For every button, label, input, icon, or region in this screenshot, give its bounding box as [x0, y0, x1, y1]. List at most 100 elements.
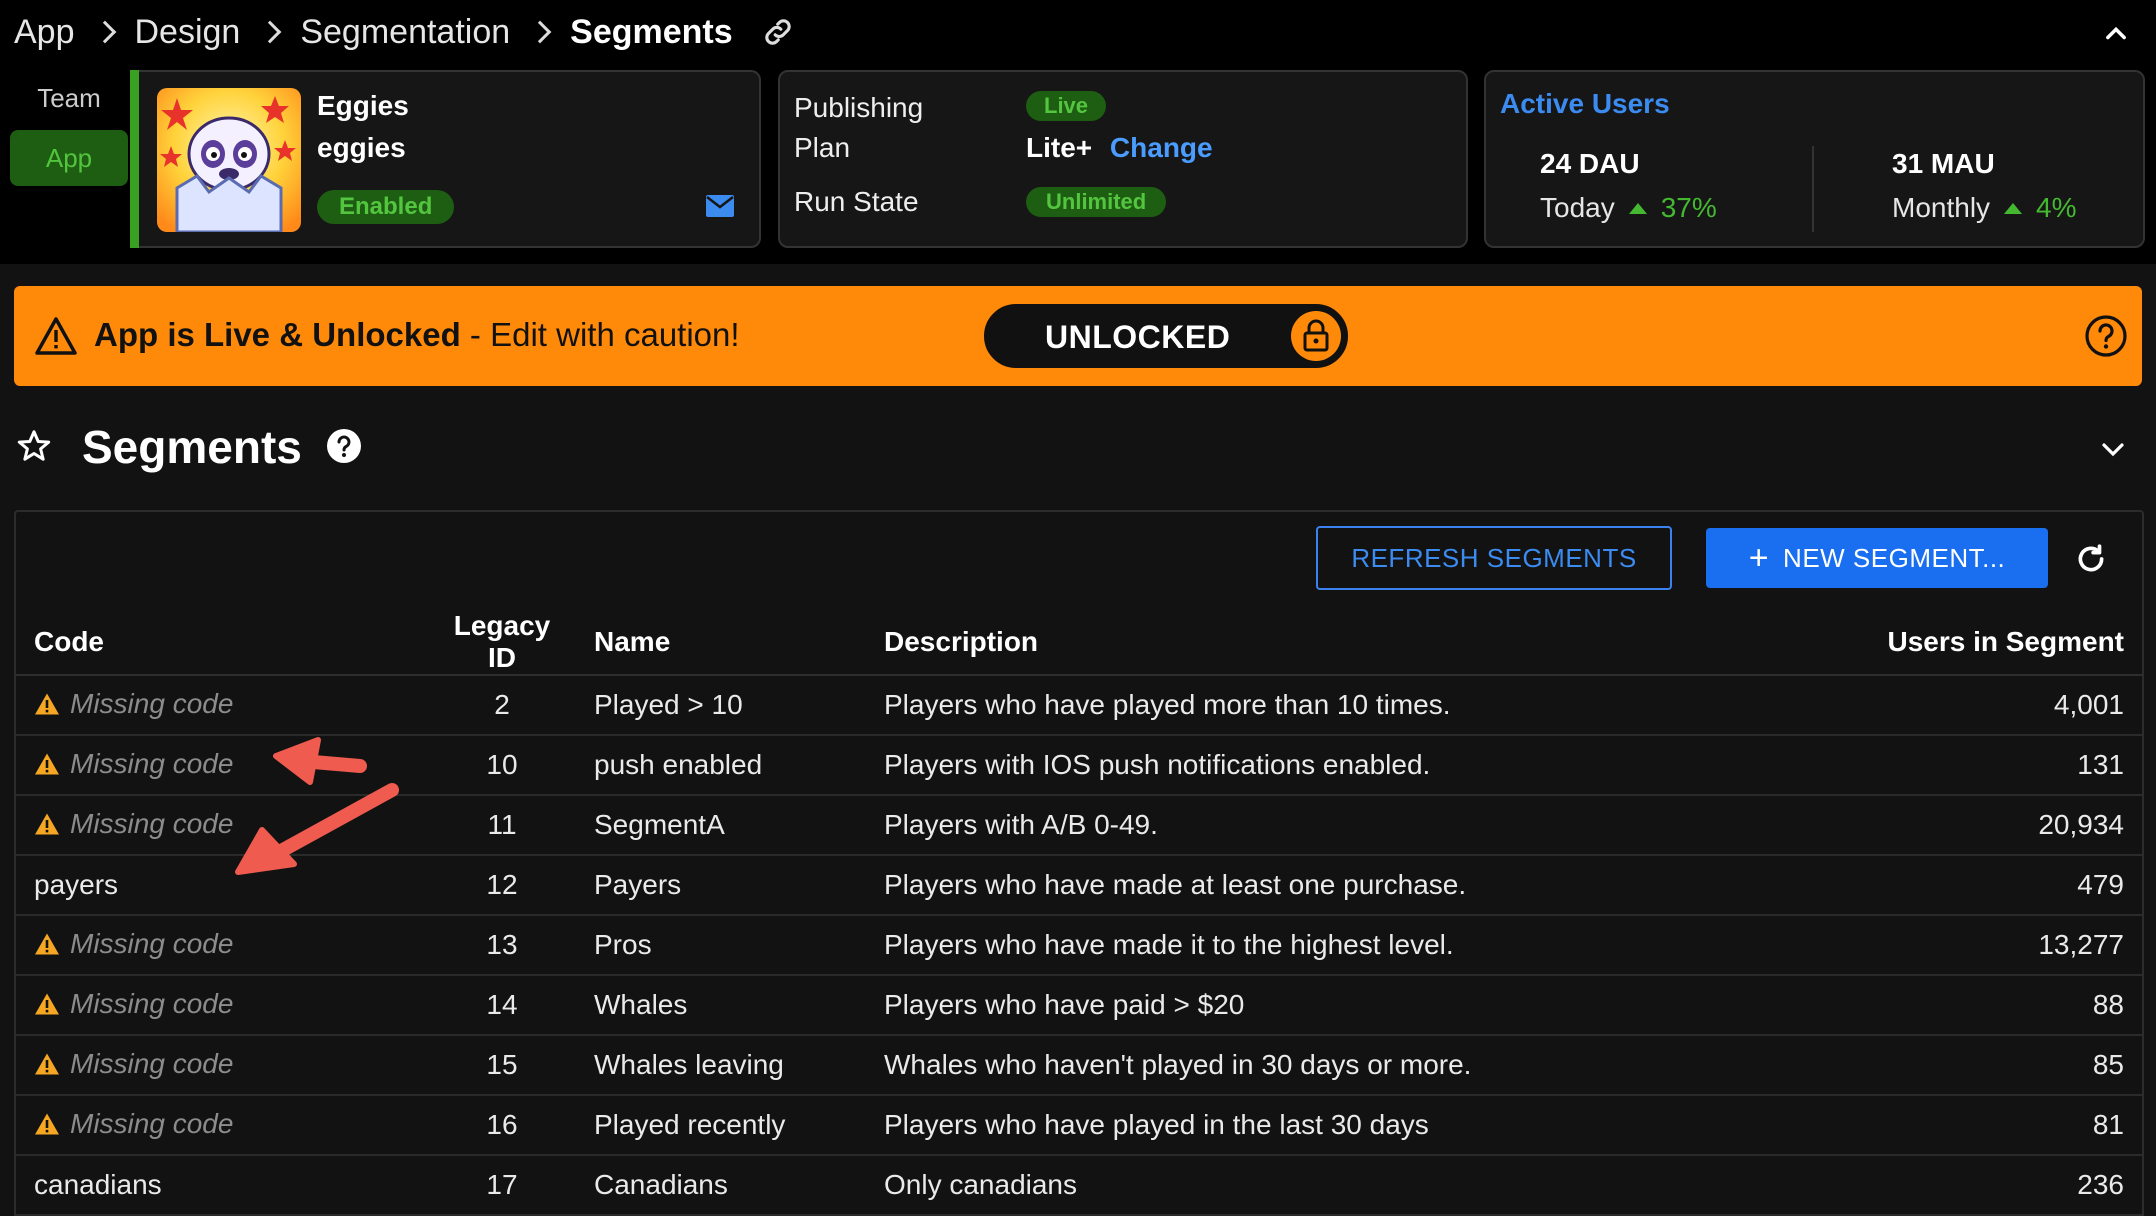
cell-legacy-id: 17	[428, 1155, 576, 1216]
missing-code-label: Missing code	[70, 687, 234, 719]
mau-change: 4%	[2036, 192, 2077, 223]
column-header-description[interactable]: Description	[866, 610, 1766, 676]
table-row[interactable]: Missing code 2 Played > 10 Players who have…	[16, 675, 2142, 736]
app-card: Eggies eggies Enabled	[139, 70, 761, 248]
refresh-segments-button[interactable]: REFRESH SEGMENTS	[1316, 526, 1672, 590]
cell-legacy-id: 12	[428, 855, 576, 916]
app-status-badge: Enabled	[317, 190, 455, 224]
help-icon[interactable]	[326, 428, 362, 464]
missing-code-label: Missing code	[70, 1107, 234, 1139]
column-header-users[interactable]: Users in Segment	[1766, 610, 2142, 676]
cell-name: Whales leaving	[576, 1035, 866, 1096]
column-header-name[interactable]: Name	[576, 610, 866, 676]
table-row[interactable]: Missing code 13 Pros Players who have made …	[16, 915, 2142, 976]
warning-icon	[35, 933, 59, 954]
sidebar-app[interactable]: App	[10, 130, 128, 186]
cell-legacy-id: 11	[428, 795, 576, 856]
mail-icon[interactable]	[705, 194, 735, 218]
warning-icon	[35, 993, 59, 1014]
help-icon[interactable]	[2084, 314, 2128, 358]
publishing-status-badge: Live	[1026, 91, 1107, 121]
missing-code: Missing code	[34, 928, 233, 960]
cell-users: 4,001	[1766, 675, 2142, 736]
cell-description: Only canadians	[866, 1155, 1766, 1216]
missing-code-label: Missing code	[70, 747, 234, 779]
missing-code-label: Missing code	[70, 1047, 234, 1079]
cell-legacy-id: 10	[428, 735, 576, 796]
breadcrumb-current: Segments	[570, 12, 733, 51]
star-icon[interactable]	[16, 428, 52, 464]
cell-name: push enabled	[576, 735, 866, 796]
banner-caution-text: - Edit with caution!	[460, 316, 740, 353]
cell-code: Missing code	[16, 975, 428, 1036]
dau-change: 37%	[1660, 192, 1717, 223]
cell-description: Players who have made it to the highest …	[866, 915, 1766, 976]
missing-code-label: Missing code	[70, 987, 234, 1019]
missing-code: Missing code	[34, 988, 233, 1020]
refresh-icon[interactable]	[2074, 542, 2108, 576]
page-title: Segments	[82, 421, 302, 473]
stat-divider	[1812, 146, 1814, 232]
missing-code: Missing code	[34, 748, 233, 780]
plan-value: Lite+	[1026, 132, 1093, 163]
plus-icon: +	[1748, 539, 1770, 577]
sidebar-team[interactable]: Team	[14, 78, 124, 118]
lock-icon	[1291, 311, 1341, 361]
chevron-right-icon	[259, 20, 282, 44]
cell-code: Missing code	[16, 1035, 428, 1096]
segments-table: Code Legacy ID Name Description Users in…	[16, 610, 2142, 1216]
column-header-code[interactable]: Code	[16, 610, 428, 676]
cell-legacy-id: 14	[428, 975, 576, 1036]
cell-users: 20,934	[1766, 795, 2142, 856]
cell-users: 236	[1766, 1155, 2142, 1216]
cell-code: canadians	[16, 1155, 428, 1216]
chevron-up-icon[interactable]	[2102, 20, 2130, 48]
cell-users: 13,277	[1766, 915, 2142, 976]
cell-code: Missing code	[16, 1095, 428, 1156]
change-plan-link[interactable]: Change	[1110, 132, 1213, 163]
publishing-card: Publishing Live Plan Lite+ Change Run St…	[778, 70, 1468, 248]
cell-name: SegmentA	[576, 795, 866, 856]
breadcrumb: App Design Segmentation Segments	[14, 8, 795, 56]
cell-users: 131	[1766, 735, 2142, 796]
warning-icon	[35, 1113, 59, 1134]
mau-value: 31 MAU	[1892, 148, 1995, 179]
cell-name: Payers	[576, 855, 866, 916]
live-warning-banner: App is Live & Unlocked - Edit with cauti…	[14, 286, 2142, 386]
top-header: App Design Segmentation Segments Team Ap…	[0, 0, 2156, 264]
new-segment-button[interactable]: + NEW SEGMENT...	[1706, 528, 2048, 588]
table-row[interactable]: Missing code 15 Whales leaving Whales who h…	[16, 1035, 2142, 1096]
warning-icon	[35, 1053, 59, 1074]
new-segment-label: NEW SEGMENT...	[1783, 543, 2006, 573]
annotation-arrow	[235, 783, 399, 875]
app-name: Eggies	[317, 90, 409, 121]
active-users-card: Active Users 24 DAU Today 37% 31 MAU Mon…	[1484, 70, 2145, 248]
run-state-badge: Unlimited	[1026, 187, 1167, 217]
publishing-label: Publishing	[794, 92, 924, 123]
active-users-title[interactable]: Active Users	[1500, 88, 1670, 120]
app-avatar	[157, 88, 301, 232]
cell-description: Players who have played in the last 30 d…	[866, 1095, 1766, 1156]
lock-toggle[interactable]: UNLOCKED	[984, 304, 1348, 368]
chevron-right-icon	[528, 20, 552, 44]
table-row[interactable]: canadians 17 Canadians Only canadians 236	[16, 1155, 2142, 1216]
chevron-down-icon[interactable]	[2100, 440, 2126, 460]
cell-description: Players with IOS push notifications enab…	[866, 735, 1766, 796]
breadcrumb-app[interactable]: App	[14, 13, 75, 52]
breadcrumb-design[interactable]: Design	[135, 13, 241, 52]
cell-code: Missing code	[16, 915, 428, 976]
breadcrumb-segmentation[interactable]: Segmentation	[300, 13, 510, 52]
cell-name: Played > 10	[576, 675, 866, 736]
cell-name: Played recently	[576, 1095, 866, 1156]
run-state-label: Run State	[794, 186, 919, 217]
link-icon[interactable]	[761, 15, 795, 49]
banner-bold-text: App is Live & Unlocked	[94, 316, 461, 353]
cell-description: Players who have played more than 10 tim…	[866, 675, 1766, 736]
cell-users: 81	[1766, 1095, 2142, 1156]
warning-icon	[35, 753, 59, 774]
table-row[interactable]: Missing code 14 Whales Players who have pai…	[16, 975, 2142, 1036]
chevron-right-icon	[93, 20, 116, 44]
column-header-legacy-id[interactable]: Legacy ID	[428, 610, 576, 676]
cell-description: Players who have made at least one purch…	[866, 855, 1766, 916]
table-row[interactable]: Missing code 16 Played recently Players who…	[16, 1095, 2142, 1156]
